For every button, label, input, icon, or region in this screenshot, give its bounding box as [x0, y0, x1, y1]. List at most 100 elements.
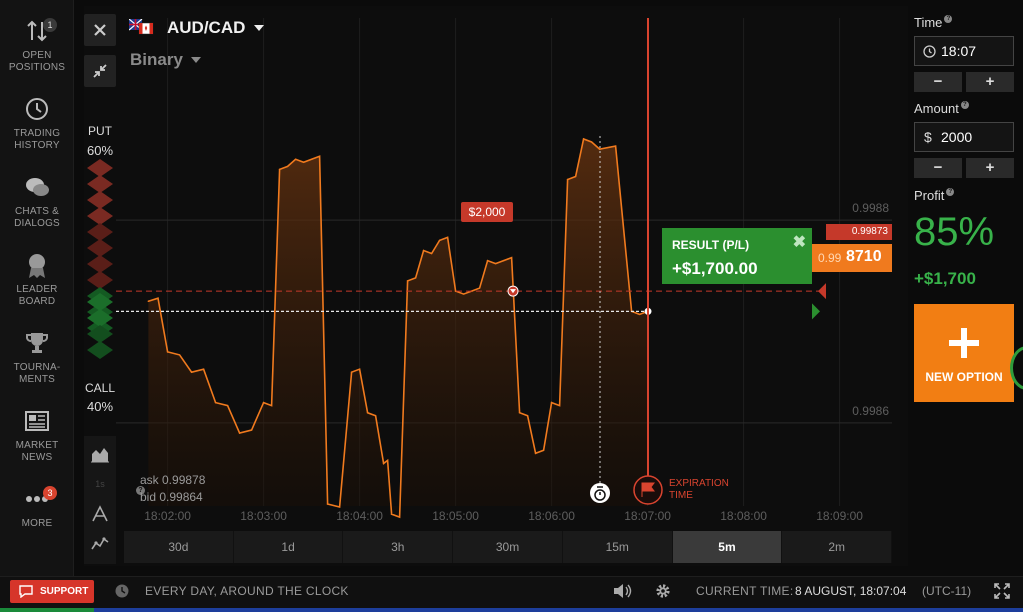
result-value: +$1,700.00 — [672, 259, 758, 278]
result-popup[interactable]: RESULT (P/L) +$1,700.00 ✖ — [662, 228, 812, 284]
timeframe-1d[interactable]: 1d — [234, 531, 344, 563]
bid-price: bid 0.99864 — [140, 490, 203, 504]
timeframe-5m[interactable]: 5m — [672, 531, 783, 563]
time-tick-label: 18:07:00 — [624, 509, 671, 523]
close-icon — [94, 24, 106, 36]
price-point — [310, 158, 313, 161]
sound-icon[interactable] — [612, 582, 634, 600]
amount-increase-button[interactable]: + — [966, 158, 1014, 178]
sidebar-item-label: TOURNA- MENTS — [13, 362, 61, 385]
sidebar-item-chats[interactable]: CHATS & DIALOGS — [0, 162, 74, 236]
ask-bid-info: ask 0.99878 bid 0.99864 — [140, 472, 205, 506]
price-point — [190, 371, 193, 373]
time-tick-label: 18:09:00 — [816, 509, 863, 523]
current-price-tag: 0.99 8710 — [812, 244, 892, 272]
ask-price: ask 0.99878 — [140, 473, 206, 487]
amount-label: Amount? — [914, 101, 969, 116]
help-icon[interactable]: ? — [944, 15, 953, 23]
clock-icon — [115, 584, 129, 598]
timezone-label[interactable]: (UTC-11) — [922, 584, 971, 598]
timeframe-30m[interactable]: 30m — [453, 531, 563, 563]
asset-selector[interactable]: AUD/CAD — [167, 18, 245, 38]
fullscreen-icon[interactable] — [993, 582, 1011, 600]
time-tick-label: 18:08:00 — [720, 509, 767, 523]
chat-bubble-icon — [19, 585, 33, 598]
expiration-time-input[interactable]: 18:07 — [914, 36, 1014, 66]
price-point — [598, 148, 601, 150]
price-point — [422, 249, 425, 252]
result-title: RESULT (P/L) — [672, 238, 750, 252]
price-point — [406, 280, 409, 282]
gear-icon[interactable] — [654, 582, 672, 600]
profit-amount: +$1,700 — [914, 269, 976, 288]
timeframe-2m[interactable]: 2m — [782, 531, 893, 563]
help-icon[interactable]: ? — [960, 101, 969, 109]
sentiment-diamond — [87, 239, 113, 257]
sidebar-item-label: MARKET NEWS — [15, 440, 59, 463]
sentiment-diamond — [87, 341, 113, 359]
sidebar-item-open-positions[interactable]: 1 OPEN POSITIONS — [0, 6, 74, 80]
collapse-chart-button[interactable] — [84, 55, 116, 87]
sidebar-item-market-news[interactable]: MARKET NEWS — [0, 396, 74, 470]
sidebar-item-more[interactable]: 3 MORE — [0, 474, 74, 548]
chart-panel: 18:02:00 18:03:00 18:04:00 18:05:00 18:06:00… — [84, 6, 908, 566]
chevron-down-icon[interactable] — [254, 25, 264, 31]
timeframe-30d[interactable]: 30d — [124, 531, 234, 563]
current-price-prefix: 0.99 — [818, 251, 842, 265]
sentiment-diamond — [87, 271, 113, 289]
bottom-bar: SUPPORT EVERY DAY, AROUND THE CLOCK CURR… — [0, 576, 1023, 612]
sidebar-item-label: CHATS & DIALOGS — [14, 206, 60, 229]
amount-input[interactable]: $ 2000 — [914, 122, 1014, 152]
price-point — [278, 168, 281, 171]
sidebar-item-label: OPEN POSITIONS — [8, 50, 66, 73]
time-tick-label: 18:04:00 — [336, 509, 383, 523]
area-chart-icon[interactable] — [90, 444, 110, 464]
close-icon[interactable]: ✖ — [793, 232, 806, 252]
time-tick-label: 18:03:00 — [240, 509, 287, 523]
price-point — [518, 411, 521, 414]
support-button[interactable]: SUPPORT — [10, 580, 94, 603]
timeframe-15m[interactable]: 15m — [563, 531, 673, 563]
sidebar-item-leader-board[interactable]: LEADER BOARD — [0, 240, 74, 314]
indicator-icon[interactable] — [90, 504, 110, 524]
time-label: Time? — [914, 15, 953, 30]
close-chart-button[interactable] — [84, 14, 116, 46]
option-type-selector[interactable]: Binary — [130, 50, 183, 70]
price-point — [534, 452, 537, 455]
timeframe-3h[interactable]: 3h — [343, 531, 454, 563]
aud-cad-flag-icon — [129, 19, 154, 35]
call-percentage: 40% — [86, 399, 114, 414]
price-point — [238, 432, 241, 434]
price-point — [390, 513, 393, 515]
current-time-value: 8 AUGUST, 18:07:04 — [795, 584, 907, 598]
investment-marker[interactable]: $2,000 — [461, 202, 513, 222]
plus-icon — [949, 328, 979, 358]
help-icon[interactable]: ? — [946, 188, 955, 196]
sidebar-item-trading-history[interactable]: TRADING HISTORY — [0, 84, 74, 158]
price-point — [566, 178, 569, 181]
sentiment-diamond — [87, 175, 113, 193]
sidebar-item-label: TRADING HISTORY — [13, 128, 61, 151]
price-tick-label: 0.9986 — [852, 404, 889, 418]
sentiment-diamond — [87, 255, 113, 273]
chevron-down-icon[interactable] — [191, 57, 201, 63]
timeframe-shortcut[interactable]: 1s — [90, 474, 110, 494]
collapse-icon — [93, 64, 107, 78]
price-point — [350, 371, 353, 373]
sidebar-item-tournaments[interactable]: TOURNA- MENTS — [0, 318, 74, 392]
support-hours-text: EVERY DAY, AROUND THE CLOCK — [145, 584, 349, 598]
price-point — [166, 351, 169, 353]
drawing-tools-icon[interactable] — [90, 534, 110, 554]
time-decrease-button[interactable]: − — [914, 72, 962, 92]
ribbon-medal-icon — [29, 254, 45, 278]
time-increase-button[interactable]: + — [966, 72, 1014, 92]
put-percentage: 60% — [86, 143, 114, 158]
expiration-time-label: EXPIRATION TIME — [669, 478, 729, 501]
newspaper-icon — [25, 411, 49, 431]
new-option-button[interactable]: NEW OPTION — [914, 304, 1014, 402]
amount-decrease-button[interactable]: − — [914, 158, 962, 178]
price-point — [550, 401, 553, 404]
sentiment-diamond — [87, 223, 113, 241]
current-price-suffix: 8710 — [846, 248, 882, 265]
put-label: PUT — [88, 124, 112, 138]
